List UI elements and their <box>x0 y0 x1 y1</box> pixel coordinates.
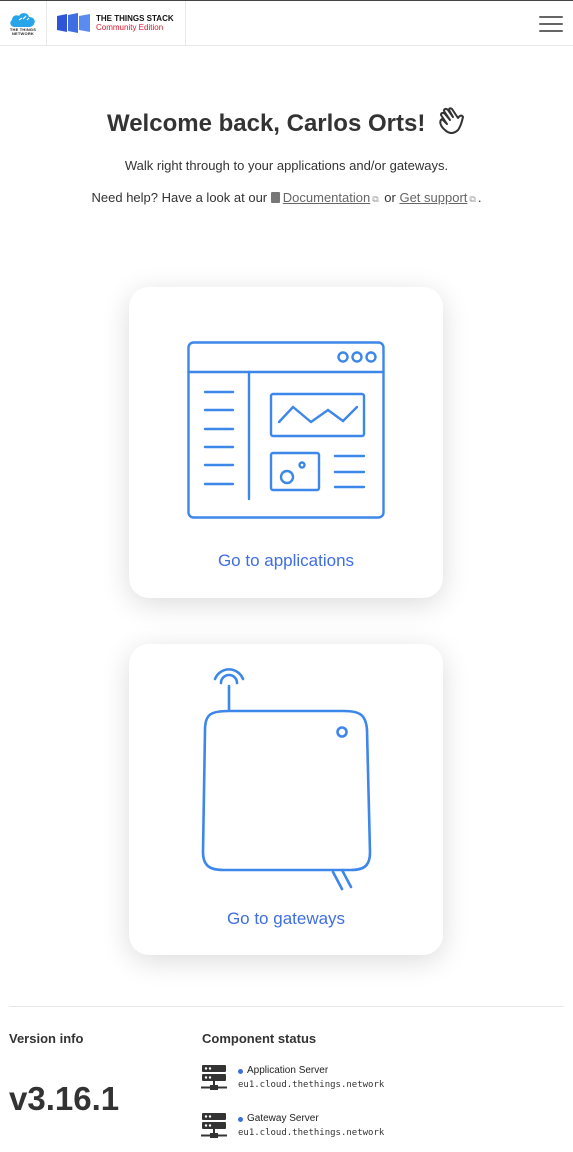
the-things-stack-logo[interactable]: THE THINGS STACK Community Edition <box>47 1 186 46</box>
component-host: eu1.cloud.thethings.network <box>238 1128 385 1138</box>
help-or: or <box>384 190 396 205</box>
go-to-applications-card[interactable]: Go to applications <box>129 287 443 598</box>
welcome-heading: Welcome back, Carlos Orts! <box>0 106 573 143</box>
ttn-logo[interactable]: THE THINGS NETWORK <box>0 1 47 46</box>
stack-edition: Community Edition <box>96 23 164 32</box>
version-value: v3.16.1 <box>9 1080 120 1117</box>
book-icon <box>270 192 280 203</box>
get-support-link[interactable]: Get support <box>399 190 467 205</box>
component-name: Gateway Server <box>247 1113 319 1124</box>
gateway-device-icon <box>201 668 372 891</box>
stack-title: THE THINGS STACK <box>96 14 174 23</box>
version-info-label: Version info <box>9 1031 84 1046</box>
component-host: eu1.cloud.thethings.network <box>238 1080 385 1090</box>
server-icon <box>201 1113 227 1138</box>
go-to-applications-label: Go to applications <box>217 551 355 570</box>
component-status-item: Application Server eu1.cloud.thethings.n… <box>200 1064 560 1096</box>
welcome-title: Welcome back, Carlos Orts! <box>106 109 426 137</box>
component-status-item: Gateway Server eu1.cloud.thethings.netwo… <box>200 1112 560 1144</box>
help-prefix: Need help? Have a look at our <box>91 190 268 205</box>
stack-cubes-icon <box>57 13 90 33</box>
help-suffix: . <box>477 190 482 205</box>
component-status-label: Component status <box>202 1031 317 1046</box>
cloud-icon <box>10 13 35 27</box>
intro-text: Walk right through to your applications … <box>124 158 449 173</box>
component-name: Application Server <box>247 1065 329 1076</box>
status-dot <box>238 1069 243 1074</box>
external-link-icon: ⧉ <box>372 194 379 204</box>
go-to-gateways-label: Go to gateways <box>226 909 346 928</box>
hamburger-icon-bar <box>539 23 563 25</box>
external-link-icon: ⧉ <box>469 194 476 204</box>
help-text: Need help? Have a look at our Documentat… <box>0 190 573 205</box>
application-dashboard-icon <box>187 341 385 519</box>
waving-hand-icon <box>436 106 466 143</box>
hamburger-menu-button[interactable] <box>539 15 563 33</box>
status-dot <box>238 1117 243 1122</box>
server-icon <box>201 1065 227 1090</box>
top-navigation-bar: THE THINGS NETWORK THE THINGS STACK Comm… <box>0 0 573 46</box>
footer-divider <box>9 1006 563 1007</box>
go-to-gateways-card[interactable]: Go to gateways <box>129 644 443 955</box>
documentation-link[interactable]: Documentation <box>283 190 370 205</box>
ttn-logo-text: THE THINGS NETWORK <box>9 27 37 36</box>
hamburger-icon-bar <box>539 30 563 32</box>
hamburger-icon <box>539 16 563 18</box>
